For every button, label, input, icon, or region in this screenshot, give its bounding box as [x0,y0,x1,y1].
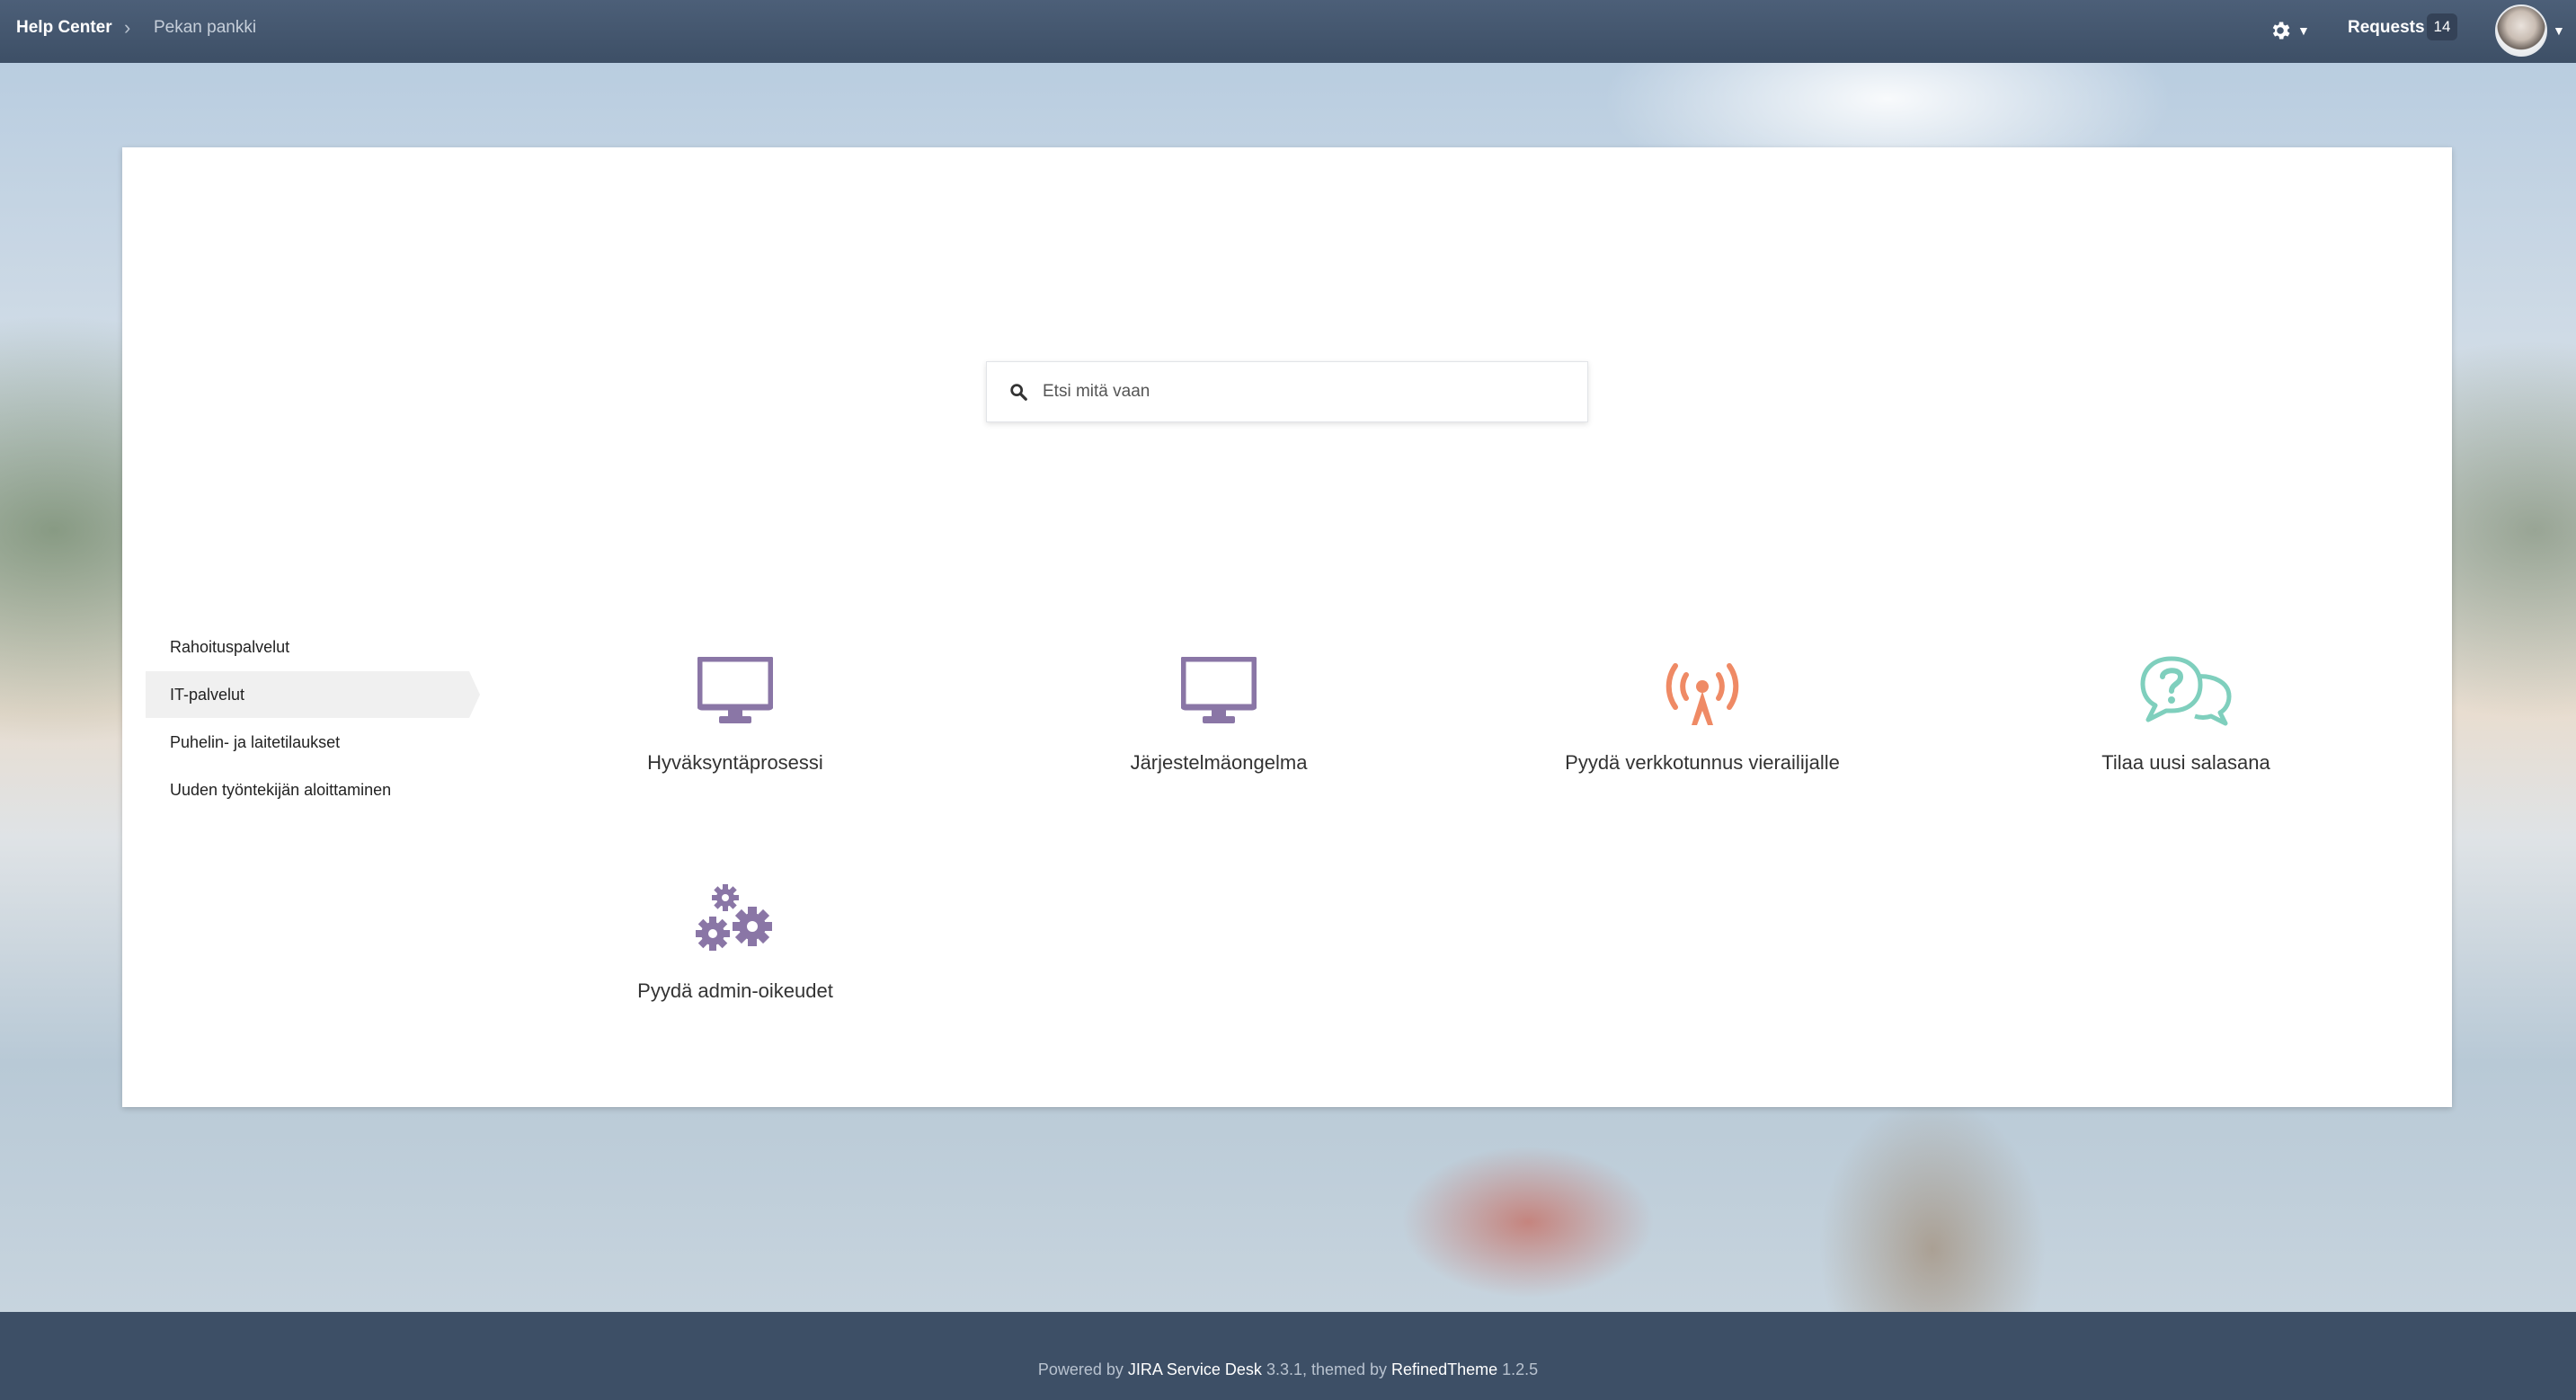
footer-credits: Powered by JIRA Service Desk 3.3.1, them… [0,1360,2576,1379]
sidebar-item-it-palvelut[interactable]: IT-palvelut [146,671,480,718]
footer-prefix: Powered by [1037,1360,1128,1378]
requests-link[interactable]: Requests [2348,18,2425,38]
footer: Powered by JIRA Service Desk 3.3.1, them… [0,1312,2576,1400]
chevron-down-icon: ▼ [2297,23,2310,38]
settings-menu-button[interactable]: ▼ [2269,13,2319,49]
help-center-link[interactable]: Help Center [16,18,112,38]
search-input[interactable] [1041,362,1575,421]
avatar [2495,4,2547,57]
search-box[interactable] [986,361,1588,422]
request-type-tile[interactable]: Pyydä verkkotunnus vierailijalle [1514,652,1891,775]
sidebar-item-rahoituspalvelut[interactable]: Rahoituspalvelut [146,624,469,670]
question-chat-icon [2140,656,2232,726]
request-type-tile[interactable]: Järjestelmäongelma [1030,652,1408,775]
request-group-sidebar: Rahoituspalvelut IT-palvelut Puhelin- ja… [146,624,480,814]
user-menu-button[interactable]: ▼ [2495,4,2567,58]
monitor-icon [697,657,773,723]
breadcrumb-project-link[interactable]: Pekan pankki [154,18,256,38]
request-type-label: Tilaa uusi salasana [2101,751,2270,774]
refinedtheme-link[interactable]: RefinedTheme [1391,1360,1497,1378]
request-type-tile[interactable]: Hyväksyntäprosessi [546,652,924,775]
jira-service-desk-link[interactable]: JIRA Service Desk [1128,1360,1262,1378]
gears-icon [696,884,772,951]
request-type-label: Pyydä verkkotunnus vierailijalle [1565,751,1840,774]
footer-middle: 3.3.1, themed by [1261,1360,1392,1378]
breadcrumb-separator: › [124,16,131,39]
gear-icon [2272,22,2290,40]
requests-count-badge[interactable]: 14 [2427,13,2457,40]
sidebar-item-uuden-tyontekijan-aloittaminen[interactable]: Uuden työntekijän aloittaminen [146,766,469,813]
top-navigation-bar: Help Center › Pekan pankki ▼ Requests 14… [0,0,2576,63]
request-type-label: Pyydä admin-oikeudet [637,979,833,1002]
request-type-tile[interactable]: Pyydä admin-oikeudet [546,881,924,1003]
chevron-down-icon: ▼ [2553,23,2565,38]
sidebar-item-puhelin-ja-laitetilaukset[interactable]: Puhelin- ja laitetilaukset [146,719,469,766]
wifi-tower-icon [1666,663,1739,725]
request-type-label: Hyväksyntäprosessi [647,751,823,774]
footer-version: 1.2.5 [1497,1360,1539,1378]
monitor-icon [1181,657,1257,723]
request-type-label: Järjestelmäongelma [1130,751,1308,774]
search-icon [1010,384,1027,401]
request-type-tile[interactable]: Tilaa uusi salasana [1997,652,2375,775]
help-center-panel: Rahoituspalvelut IT-palvelut Puhelin- ja… [122,147,2452,1107]
